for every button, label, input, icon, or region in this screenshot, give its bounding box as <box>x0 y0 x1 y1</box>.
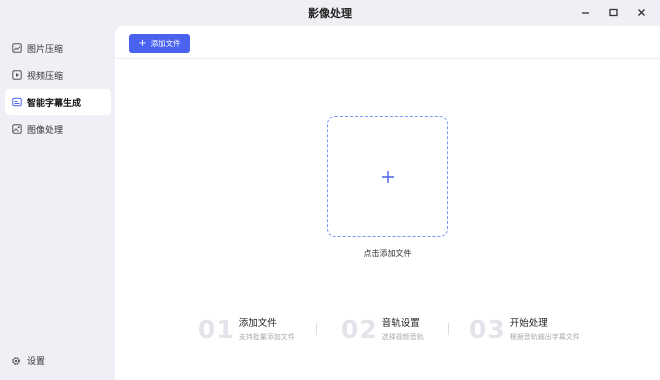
window-controls <box>578 4 648 20</box>
add-file-label: 添加文件 <box>150 39 181 48</box>
drop-zone[interactable] <box>327 116 448 237</box>
sidebar-item-subtitle[interactable]: 智能字幕生成 <box>5 89 111 115</box>
step-desc: 支持批量添加文件 <box>238 332 295 341</box>
minimize-icon <box>581 11 589 14</box>
sidebar-item-label: 智能字幕生成 <box>27 98 82 109</box>
image-process-icon <box>11 124 22 135</box>
plus-icon: + <box>138 37 147 49</box>
close-icon <box>637 8 645 16</box>
add-file-button[interactable]: + 添加文件 <box>129 34 190 53</box>
drop-zone-label: 点击添加文件 <box>363 249 412 258</box>
maximize-icon <box>608 8 618 16</box>
steps-guide: 01 添加文件 支持批量添加文件 02 音轨设置 选择视频音轨 03 开始处理 … <box>115 312 660 346</box>
sidebar-item-label: 视频压缩 <box>27 71 64 82</box>
sidebar-item-image-compress[interactable]: 图片压缩 <box>5 35 111 61</box>
sidebar-item-image-process[interactable]: 图像处理 <box>5 116 111 142</box>
close-button[interactable] <box>634 4 648 20</box>
sidebar-item-video-compress[interactable]: 视频压缩 <box>5 62 111 88</box>
step-title: 音轨设置 <box>381 317 420 329</box>
main-panel: + 添加文件 点击添加文件 01 添加文件 支持批量添加文件 02 音轨设置 选… <box>115 26 660 380</box>
step-desc: 根据音轨输出字幕文件 <box>509 332 580 341</box>
step-2: 02 音轨设置 选择视频音轨 <box>341 312 424 346</box>
title-bar: 影像处理 <box>0 0 660 26</box>
step-desc: 选择视频音轨 <box>381 332 424 341</box>
step-divider <box>448 323 449 335</box>
step-divider <box>316 323 317 335</box>
gear-icon <box>10 355 21 366</box>
step-1: 01 添加文件 支持批量添加文件 <box>198 312 295 346</box>
step-3: 03 开始处理 根据音轨输出字幕文件 <box>469 312 580 346</box>
step-title: 添加文件 <box>238 317 277 329</box>
window-title: 影像处理 <box>308 7 352 20</box>
video-compress-icon <box>11 70 22 81</box>
minimize-button[interactable] <box>578 4 592 20</box>
toolbar: + 添加文件 <box>115 26 660 59</box>
subtitle-icon <box>11 97 22 108</box>
settings-label: 设置 <box>27 357 46 367</box>
sidebar: 图片压缩 视频压缩 智能字幕生成 图像处理 设置 <box>0 26 115 380</box>
step-number: 03 <box>469 314 506 344</box>
step-number: 01 <box>198 314 235 344</box>
plus-icon <box>381 170 394 183</box>
maximize-button[interactable] <box>606 4 620 20</box>
settings-button[interactable]: 设置 <box>10 354 45 367</box>
sidebar-item-label: 图像处理 <box>27 125 64 136</box>
step-number: 02 <box>341 314 378 344</box>
image-compress-icon <box>11 43 22 54</box>
sidebar-item-label: 图片压缩 <box>27 44 64 55</box>
step-title: 开始处理 <box>509 317 548 329</box>
